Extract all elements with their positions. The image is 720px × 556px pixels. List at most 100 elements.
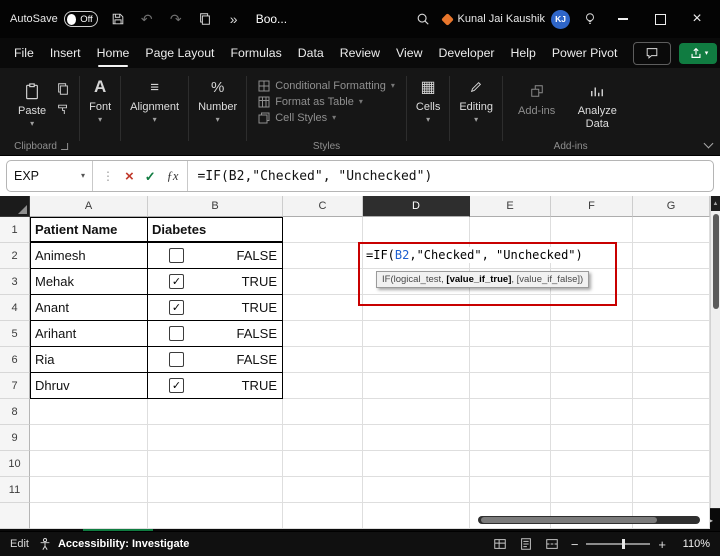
cell-f1[interactable] <box>551 217 633 243</box>
cell-a7[interactable]: Dhruv <box>30 373 148 399</box>
cell-g7[interactable] <box>633 373 710 399</box>
tab-power-pivot[interactable]: Power Pivot <box>552 46 618 60</box>
cell-f7[interactable] <box>551 373 633 399</box>
cell-e4[interactable] <box>470 295 551 321</box>
cell-d8[interactable] <box>363 399 470 425</box>
normal-view-icon[interactable] <box>493 537 507 551</box>
tab-view[interactable]: View <box>396 46 422 60</box>
cell-f5[interactable] <box>551 321 633 347</box>
cell-styles-button[interactable]: Cell Styles ▾ <box>258 112 395 124</box>
cell-d9[interactable] <box>363 425 470 451</box>
cell-a3[interactable]: Mehak <box>30 269 148 295</box>
tab-home[interactable]: Home <box>97 46 130 60</box>
cell-d4[interactable] <box>363 295 470 321</box>
vertical-scroll-thumb[interactable] <box>713 214 719 309</box>
add-ins-button[interactable]: Add-ins <box>510 74 563 117</box>
row-header-11[interactable]: 11 <box>0 477 30 503</box>
cell-e6[interactable] <box>470 347 551 373</box>
avatar[interactable]: KJ <box>551 10 570 29</box>
row-header-5[interactable]: 5 <box>0 321 30 347</box>
cell-a9[interactable] <box>30 425 148 451</box>
zoom-out-icon[interactable]: − <box>571 537 579 552</box>
row-header-1[interactable]: 1 <box>0 217 30 243</box>
cell-f3[interactable] <box>551 269 633 295</box>
cell-f2[interactable] <box>551 243 633 269</box>
row-header-8[interactable]: 8 <box>0 399 30 425</box>
cell-c3[interactable] <box>283 269 363 295</box>
diabetes-checkbox[interactable]: ✓ <box>169 378 184 393</box>
cell-a4[interactable]: Anant <box>30 295 148 321</box>
column-header-a[interactable]: A <box>30 196 148 217</box>
editing-group-button[interactable]: Editing ▾ <box>451 70 501 155</box>
cell-g9[interactable] <box>633 425 710 451</box>
cell-a1[interactable]: Patient Name <box>30 217 148 243</box>
format-as-table-button[interactable]: Format as Table ▾ <box>258 96 395 108</box>
cell-f10[interactable] <box>551 451 633 477</box>
cell-f11[interactable] <box>551 477 633 503</box>
diabetes-checkbox[interactable]: ✓ <box>169 300 184 315</box>
quick-access-more-icon[interactable]: » <box>225 10 243 28</box>
cell-d10[interactable] <box>363 451 470 477</box>
cell-d12[interactable] <box>363 503 470 529</box>
font-group-button[interactable]: A Font ▾ <box>81 70 119 155</box>
cell-c12[interactable] <box>283 503 363 529</box>
cancel-icon[interactable]: × <box>125 169 134 184</box>
diabetes-checkbox[interactable] <box>169 248 184 263</box>
alignment-group-button[interactable]: ≡ Alignment ▾ <box>122 70 187 155</box>
tab-developer[interactable]: Developer <box>438 46 494 60</box>
column-header-g[interactable]: G <box>633 196 710 217</box>
cell-g1[interactable] <box>633 217 710 243</box>
cell-c4[interactable] <box>283 295 363 321</box>
cell-b7[interactable]: ✓TRUE <box>148 373 283 399</box>
vertical-scrollbar[interactable]: ▲ <box>710 196 720 508</box>
row-header-12[interactable] <box>0 503 30 529</box>
cell-e10[interactable] <box>470 451 551 477</box>
row-header-10[interactable]: 10 <box>0 451 30 477</box>
cell-b5[interactable]: FALSE <box>148 321 283 347</box>
diabetes-checkbox[interactable] <box>169 326 184 341</box>
cell-f6[interactable] <box>551 347 633 373</box>
cell-c2[interactable] <box>283 243 363 269</box>
cell-a12[interactable] <box>30 503 148 529</box>
autosave-toggle[interactable]: AutoSave Off <box>10 11 98 27</box>
scroll-up-icon[interactable]: ▲ <box>711 196 720 211</box>
cell-b2[interactable]: FALSE <box>148 243 283 269</box>
account-chip[interactable]: Kunal Jai Kaushik KJ <box>443 10 570 29</box>
cell-g5[interactable] <box>633 321 710 347</box>
cell-a5[interactable]: Arihant <box>30 321 148 347</box>
cells-group-button[interactable]: ▦ Cells ▾ <box>408 70 448 155</box>
cell-c1[interactable] <box>283 217 363 243</box>
minimize-button[interactable] <box>610 6 636 32</box>
cell-g11[interactable] <box>633 477 710 503</box>
chevron-down-icon[interactable]: ▾ <box>81 172 85 180</box>
cell-a10[interactable] <box>30 451 148 477</box>
cell-a8[interactable] <box>30 399 148 425</box>
cell-b11[interactable] <box>148 477 283 503</box>
cell-e1[interactable] <box>470 217 551 243</box>
cell-c5[interactable] <box>283 321 363 347</box>
diabetes-checkbox[interactable]: ✓ <box>169 274 184 289</box>
cell-c11[interactable] <box>283 477 363 503</box>
cell-b3[interactable]: ✓TRUE <box>148 269 283 295</box>
diabetes-checkbox[interactable] <box>169 352 184 367</box>
cell-g6[interactable] <box>633 347 710 373</box>
zoom-slider-thumb[interactable] <box>622 539 625 549</box>
cell-b12[interactable] <box>148 503 283 529</box>
enter-icon[interactable]: ✓ <box>145 170 156 183</box>
cell-a11[interactable] <box>30 477 148 503</box>
search-icon[interactable] <box>414 10 432 28</box>
column-header-e[interactable]: E <box>470 196 551 217</box>
row-header-3[interactable]: 3 <box>0 269 30 295</box>
autosave-switch[interactable]: Off <box>64 11 98 27</box>
cell-e2[interactable] <box>470 243 551 269</box>
cell-f4[interactable] <box>551 295 633 321</box>
row-header-6[interactable]: 6 <box>0 347 30 373</box>
formula-input[interactable]: =IF(B2,"Checked", "Unchecked") <box>188 161 713 191</box>
horizontal-scroll-thumb[interactable] <box>481 517 657 523</box>
analyze-data-button[interactable]: Analyze Data <box>563 74 631 130</box>
cell-e5[interactable] <box>470 321 551 347</box>
cell-g2[interactable] <box>633 243 710 269</box>
close-button[interactable]: × <box>684 6 710 32</box>
maximize-button[interactable] <box>647 6 673 32</box>
cell-d6[interactable] <box>363 347 470 373</box>
